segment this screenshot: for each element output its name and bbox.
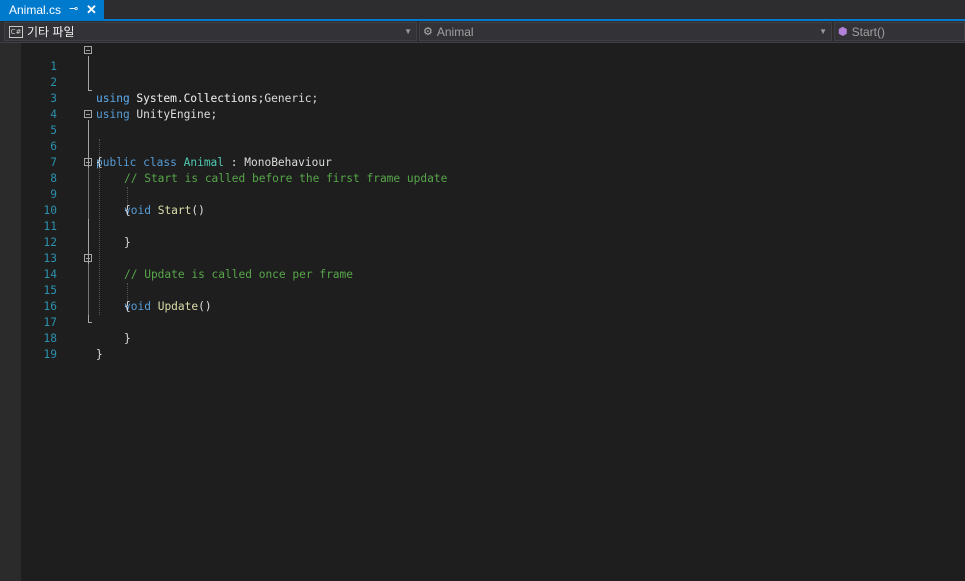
- csharp-file-icon: C#: [9, 25, 23, 38]
- collapse-icon[interactable]: [84, 254, 92, 262]
- code-line[interactable]: 12: [0, 219, 965, 249]
- collapse-icon[interactable]: [84, 158, 92, 166]
- type-label: Animal: [436, 24, 474, 39]
- tab-animal-cs[interactable]: Animal.cs ⊸ ✕: [0, 0, 104, 19]
- code-line[interactable]: 5 public class Animal : MonoBehaviour: [0, 107, 965, 169]
- document-tab-strip: Animal.cs ⊸ ✕: [0, 0, 965, 21]
- code-line[interactable]: 9 {: [0, 171, 965, 217]
- navigation-bar: C# 기타 파일 ▼ ⚙ Animal ▼ ⬢ Start(): [0, 21, 965, 43]
- class-icon: ⚙: [423, 26, 433, 38]
- code-line[interactable]: 15 {: [0, 267, 965, 313]
- collapse-icon[interactable]: [84, 110, 92, 118]
- code-line[interactable]: 14 void Update(): [0, 251, 965, 313]
- code-line[interactable]: 7 // Start is called before the first fr…: [0, 139, 965, 185]
- code-line[interactable]: 17 }: [0, 299, 965, 345]
- project-dropdown[interactable]: C# 기타 파일 ▼: [4, 22, 417, 41]
- code-line[interactable]: 2 using System.Collections.Generic;: [0, 59, 965, 105]
- code-line[interactable]: 13 // Update is called once per frame: [0, 235, 965, 281]
- member-label: Start(): [851, 24, 885, 39]
- member-dropdown[interactable]: ⬢ Start(): [834, 22, 965, 41]
- chevron-down-icon: ▼: [819, 27, 827, 36]
- code-editor[interactable]: 1 using System.Collections; 2 using Syst…: [0, 43, 965, 581]
- code-line[interactable]: 1 using System.Collections;: [0, 43, 965, 105]
- tab-title: Animal.cs: [9, 2, 62, 17]
- code-line[interactable]: 8 void Start(): [0, 155, 965, 217]
- code-line[interactable]: 18 }: [0, 315, 965, 361]
- code-line[interactable]: 3 using UnityEngine;: [0, 75, 965, 121]
- code-line[interactable]: 11 }: [0, 203, 965, 249]
- chevron-down-icon: ▼: [404, 27, 412, 36]
- close-icon[interactable]: ✕: [86, 2, 97, 18]
- code-line[interactable]: 4: [0, 91, 965, 121]
- code-line[interactable]: 10: [0, 187, 965, 217]
- collapse-icon[interactable]: [84, 46, 92, 54]
- code-line[interactable]: 16: [0, 283, 965, 313]
- code-line[interactable]: 19: [0, 331, 965, 361]
- code-line[interactable]: 6 {: [0, 123, 965, 169]
- method-icon: ⬢: [838, 26, 848, 38]
- code-text: }: [96, 348, 103, 361]
- line-number: 19: [43, 348, 57, 361]
- type-dropdown[interactable]: ⚙ Animal ▼: [419, 22, 832, 41]
- project-label: 기타 파일: [27, 25, 75, 39]
- pin-icon[interactable]: ⊸: [69, 2, 78, 15]
